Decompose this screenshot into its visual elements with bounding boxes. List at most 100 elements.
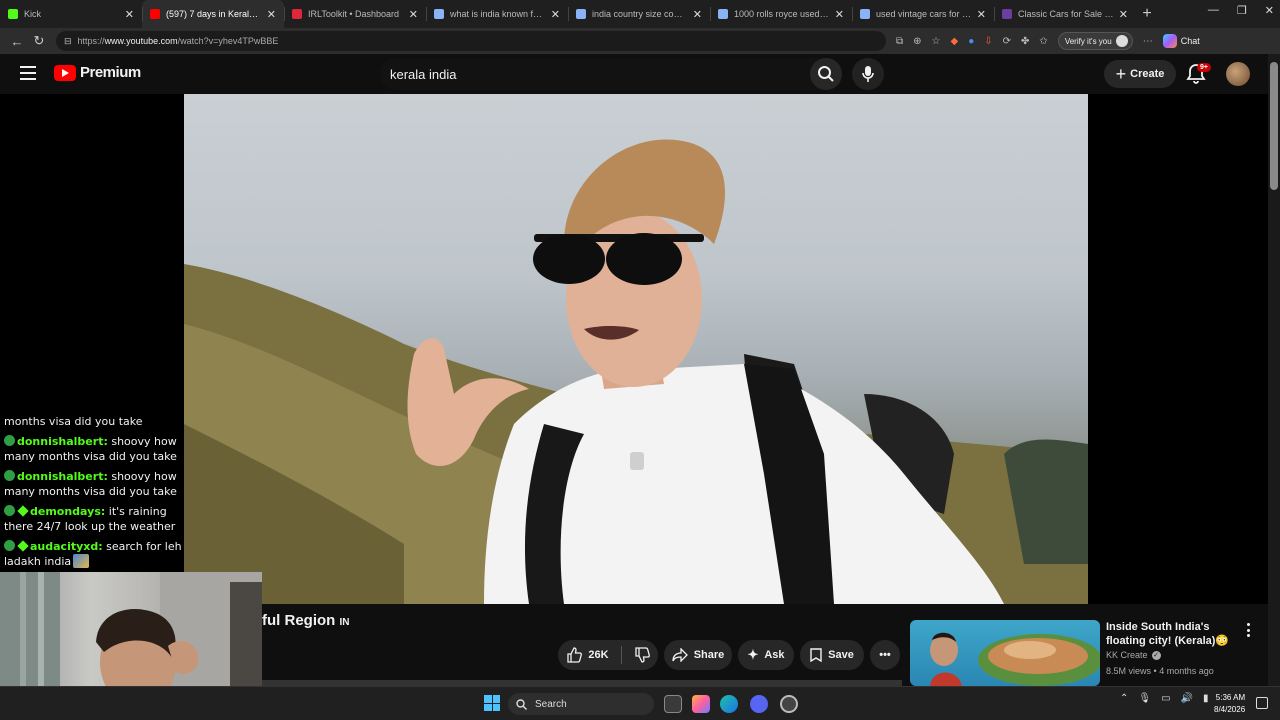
close-window-icon[interactable]: ✕	[1265, 4, 1274, 17]
minimize-icon[interactable]: —	[1208, 4, 1219, 17]
profile-verify-button[interactable]: Verify it's you	[1057, 32, 1133, 50]
video-title-text: ful Region	[262, 612, 336, 629]
shield-extension-icon[interactable]: ◆	[951, 36, 959, 47]
tab-list: Kick✕(597) 7 days in Kerala - India's✕IR…	[0, 0, 1136, 28]
new-tab-button[interactable]: +	[1136, 5, 1158, 23]
close-tab-icon[interactable]: ✕	[693, 8, 702, 21]
taskbar-search-label: Search	[535, 698, 567, 710]
account-avatar[interactable]	[1226, 62, 1250, 86]
collections-icon[interactable]: ✩	[1039, 36, 1047, 47]
taskbar-clock[interactable]: 5:36 AM 8/4/2026	[1214, 692, 1245, 716]
window-controls: — ❐ ✕	[1208, 4, 1274, 17]
download-icon[interactable]: ⇩	[984, 36, 992, 47]
chat-badge-icon	[4, 540, 15, 551]
ask-label: Ask	[764, 649, 785, 661]
recommended-channel[interactable]: KK Create ✓	[1106, 650, 1161, 660]
start-icon[interactable]	[484, 695, 500, 711]
save-button[interactable]: Save	[800, 640, 864, 670]
like-button[interactable]: 26K	[566, 647, 609, 663]
puzzle-extension-icon[interactable]: ✤	[1021, 36, 1029, 47]
voice-search-button[interactable]	[852, 58, 884, 90]
share-button[interactable]: Share	[664, 640, 732, 670]
notification-center-icon[interactable]	[1256, 697, 1268, 709]
recommended-video-thumbnail[interactable]	[910, 620, 1100, 686]
site-info-icon[interactable]: ⊟	[64, 36, 72, 47]
restore-icon[interactable]: ❐	[1237, 4, 1247, 17]
chat-username[interactable]: demondays:	[30, 505, 105, 518]
thumbs-up-icon	[567, 647, 583, 663]
reload-icon[interactable]: ↻	[28, 33, 50, 49]
copilot-taskbar-icon[interactable]	[692, 695, 710, 713]
recommended-video-title[interactable]: Inside South India's floating city! (Ker…	[1106, 620, 1236, 648]
chat-message: demondays: it's raining there 24/7 look …	[4, 504, 198, 534]
zoom-icon[interactable]: ⊕	[913, 36, 921, 47]
tab-favicon-icon	[150, 9, 160, 19]
channel-name: KK Create	[1106, 650, 1148, 660]
close-tab-icon[interactable]: ✕	[409, 8, 418, 21]
ask-button[interactable]: ✦ Ask	[738, 640, 794, 670]
close-tab-icon[interactable]: ✕	[267, 8, 276, 21]
browser-tab[interactable]: used vintage cars for sale - S ✕	[852, 0, 994, 28]
search-button[interactable]	[804, 58, 842, 90]
tab-title: Classic Cars for Sale Near Me	[1018, 9, 1115, 19]
upload-age: 4 months ago	[1159, 666, 1214, 676]
video-frame	[184, 139, 1088, 604]
task-view-icon[interactable]	[664, 695, 682, 713]
tray-chevron-icon[interactable]: ⌃	[1120, 693, 1128, 704]
browser-tab-strip: Kick✕(597) 7 days in Kerala - India's✕IR…	[0, 0, 1280, 28]
close-tab-icon[interactable]: ✕	[551, 8, 560, 21]
browser-tab[interactable]: india country size compared ✕	[568, 0, 710, 28]
install-app-icon[interactable]: ⧉	[896, 36, 903, 47]
tab-favicon-icon	[8, 9, 18, 19]
browser-tab[interactable]: (597) 7 days in Kerala - India's ✕	[142, 0, 284, 28]
browser-tab[interactable]: Classic Cars for Sale Near Me ✕	[994, 0, 1136, 28]
chat-message: donnishalbert: shoovy how many months vi…	[4, 434, 198, 464]
copilot-icon	[1162, 34, 1177, 48]
volume-icon[interactable]: 🔊	[1181, 693, 1193, 704]
tab-title: (597) 7 days in Kerala - India's	[166, 9, 263, 19]
menu-icon[interactable]	[20, 66, 36, 80]
edge-browser-icon[interactable]	[720, 695, 738, 713]
windows-taskbar: Search ⌃ 🎙 ▭ 🔊 ▮ 5:36 AM 8/4/2026	[0, 686, 1280, 720]
youtube-logo[interactable]: Premium	[54, 64, 141, 81]
extensions-area: ⧉ ⊕ ☆ ◆ ● ⇩ ⟳ ✤ ✩ Verify it's you ⋯ Chat	[896, 32, 1200, 50]
extension-icon[interactable]: ●	[968, 36, 974, 47]
microphone-tray-icon[interactable]: 🎙	[1138, 693, 1151, 704]
taskbar-search[interactable]: Search	[508, 693, 654, 715]
browser-tab[interactable]: what is india known for by th ✕	[426, 0, 568, 28]
close-tab-icon[interactable]: ✕	[835, 8, 844, 21]
favorite-star-icon[interactable]: ☆	[932, 36, 941, 47]
create-button[interactable]: + Create	[1104, 60, 1176, 88]
tab-title: what is india known for by th	[450, 9, 547, 19]
url-field[interactable]: ⊟ https://www.youtube.com/watch?v=yhev4T…	[56, 31, 886, 51]
video-player[interactable]	[184, 94, 1088, 604]
close-tab-icon[interactable]: ✕	[125, 8, 134, 21]
back-icon[interactable]: ←	[6, 34, 28, 49]
close-tab-icon[interactable]: ✕	[977, 8, 986, 21]
browser-tab[interactable]: IRLToolkit • Dashboard ✕	[284, 0, 426, 28]
chat-username[interactable]: audacityxd:	[30, 540, 103, 553]
chat-username[interactable]: donnishalbert:	[17, 470, 108, 483]
more-menu-icon[interactable]: ⋯	[1143, 36, 1153, 47]
view-count: 8.5M views	[1106, 666, 1152, 676]
scrollbar-thumb[interactable]	[1270, 62, 1278, 190]
browser-tab[interactable]: 1000 rolls royce used united ✕	[710, 0, 852, 28]
address-bar: ← ↻ ⊟ https://www.youtube.com/watch?v=yh…	[0, 28, 1280, 54]
plus-icon: +	[1115, 64, 1127, 84]
recommended-menu-icon[interactable]	[1242, 620, 1254, 640]
copilot-chat-button[interactable]: Chat	[1162, 34, 1200, 48]
close-tab-icon[interactable]: ✕	[1119, 8, 1128, 21]
chat-badge-icon	[4, 435, 15, 446]
browser-tab[interactable]: Kick ✕	[0, 0, 142, 28]
obs-icon[interactable]	[780, 695, 798, 713]
chat-username[interactable]: donnishalbert:	[17, 435, 108, 448]
dislike-button[interactable]	[634, 647, 650, 663]
thumbnail-image	[930, 632, 1100, 686]
more-actions-button[interactable]: •••	[870, 640, 900, 670]
battery-icon[interactable]: ▮	[1203, 693, 1209, 704]
search-input[interactable]	[390, 66, 814, 82]
refresh-extension-icon[interactable]: ⟳	[1003, 36, 1011, 47]
discord-icon[interactable]	[750, 695, 768, 713]
display-icon[interactable]: ▭	[1161, 693, 1170, 704]
chat-message: audacityxd: search for leh ladakh india	[4, 539, 198, 569]
